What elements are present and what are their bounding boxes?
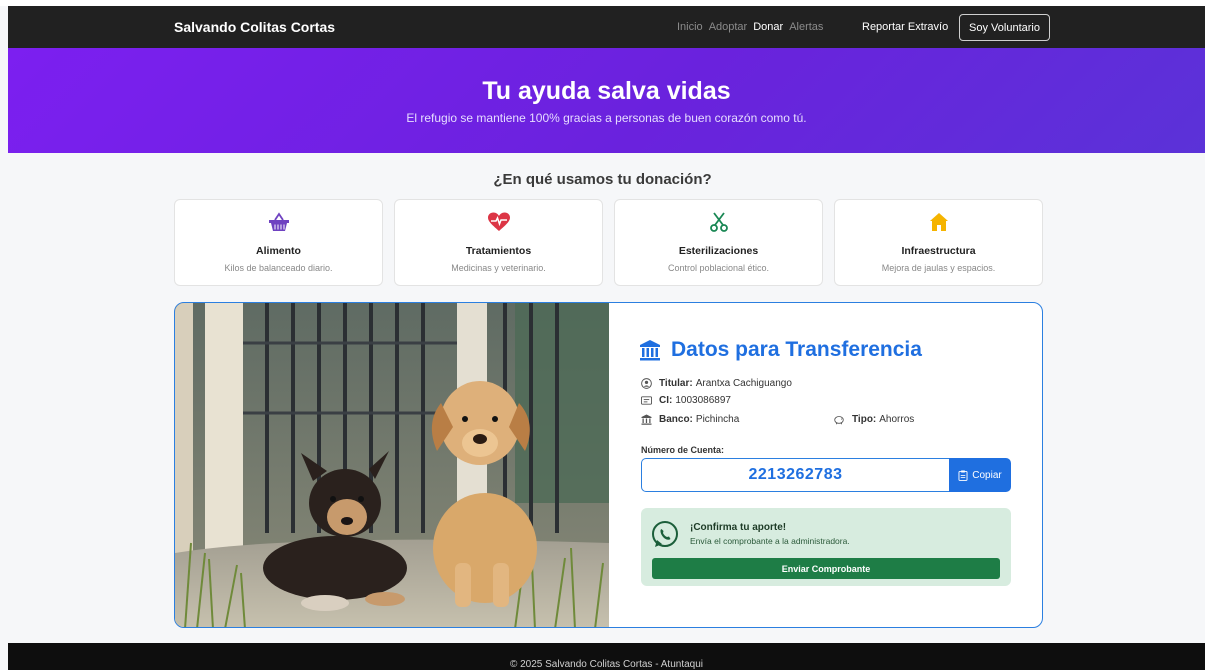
piggy-bank-icon <box>834 416 844 425</box>
card-desc: Mejora de jaulas y espacios. <box>881 263 996 273</box>
transfer-panel: Datos para Transferencia Titular: Arantx… <box>174 302 1043 628</box>
holder-row: Titular: Arantxa Cachiguango <box>641 378 792 389</box>
section-title: ¿En qué usamos tu donación? <box>493 171 712 188</box>
ci-value: 1003086897 <box>675 395 731 406</box>
transfer-title-text: Datos para Transferencia <box>671 338 922 361</box>
copy-button[interactable]: Copiar <box>949 458 1011 492</box>
scissors-icon <box>615 212 822 232</box>
type-value: Ahorros <box>879 414 915 425</box>
ci-row: CI: 1003086897 <box>641 395 731 406</box>
id-card-icon <box>641 396 652 405</box>
bank-label: Banco: <box>659 414 693 425</box>
brand-logo[interactable]: Salvando Colitas Cortas <box>174 19 335 35</box>
nav-link-alertas[interactable]: Alertas <box>789 21 823 33</box>
holder-value: Arantxa Cachiguango <box>695 378 792 389</box>
card-tratamientos: Tratamientos Medicinas y veterinario. <box>394 199 603 286</box>
ci-label: CI: <box>659 395 673 406</box>
holder-label: Titular: <box>659 378 693 389</box>
whatsapp-icon <box>652 521 678 547</box>
confirm-desc: Envía el comprobante a la administradora… <box>690 536 850 546</box>
confirm-alert: ¡Confirma tu aporte! Envía el comprobant… <box>641 508 1011 586</box>
bank-small-icon <box>641 414 652 425</box>
person-circle-icon <box>641 378 652 389</box>
volunteer-button[interactable]: Soy Voluntario <box>959 14 1050 41</box>
house-icon <box>835 212 1042 232</box>
clipboard-icon <box>958 469 968 481</box>
card-infraestructura: Infraestructura Mejora de jaulas y espac… <box>834 199 1043 286</box>
heart-pulse-icon <box>395 212 602 232</box>
nav-link-adoptar[interactable]: Adoptar <box>709 21 748 33</box>
footer-text: © 2025 Salvando Colitas Cortas - Atuntaq… <box>509 659 704 670</box>
nav-link-inicio[interactable]: Inicio <box>677 21 703 33</box>
uses-cards: Alimento Kilos de balanceado diario. Tra… <box>174 199 1043 286</box>
puppies-photo <box>175 303 609 627</box>
footer: © 2025 Salvando Colitas Cortas - Atuntaq… <box>8 643 1205 670</box>
card-title: Alimento <box>256 245 301 257</box>
account-number-field[interactable]: 2213262783 <box>641 458 949 492</box>
card-desc: Kilos de balanceado diario. <box>224 263 333 273</box>
hero-banner: Tu ayuda salva vidas El refugio se manti… <box>8 48 1205 153</box>
send-receipt-button[interactable]: Enviar Comprobante <box>652 558 1000 579</box>
copy-label: Copiar <box>972 469 1002 481</box>
bank-row: Banco: Pichincha <box>641 414 739 425</box>
confirm-title: ¡Confirma tu aporte! <box>690 522 787 533</box>
card-esterilizaciones: Esterilizaciones Control poblacional éti… <box>614 199 823 286</box>
type-label: Tipo: <box>852 414 877 425</box>
bank-value: Pichincha <box>695 414 740 425</box>
hero-title: Tu ayuda salva vidas <box>482 77 731 105</box>
account-label: Número de Cuenta: <box>641 445 725 455</box>
card-desc: Medicinas y veterinario. <box>451 263 546 273</box>
nav-links: Inicio Adoptar Donar Alertas <box>677 21 829 33</box>
basket-icon <box>175 212 382 232</box>
card-title: Infraestructura <box>901 245 976 257</box>
type-row: Tipo: Ahorros <box>833 414 914 425</box>
card-alimento: Alimento Kilos de balanceado diario. <box>174 199 383 286</box>
bank-icon <box>640 340 660 361</box>
card-desc: Control poblacional ético. <box>667 263 770 273</box>
transfer-title: Datos para Transferencia <box>639 338 922 362</box>
nav-link-donar[interactable]: Donar <box>753 21 783 33</box>
transfer-info: Datos para Transferencia Titular: Arantx… <box>609 303 1042 627</box>
navbar: Salvando Colitas Cortas Inicio Adoptar D… <box>8 6 1205 48</box>
card-title: Esterilizaciones <box>678 245 759 257</box>
card-title: Tratamientos <box>465 245 532 257</box>
hero-subtitle: El refugio se mantiene 100% gracias a pe… <box>406 111 807 125</box>
report-lost-link[interactable]: Reportar Extravío <box>862 21 948 33</box>
